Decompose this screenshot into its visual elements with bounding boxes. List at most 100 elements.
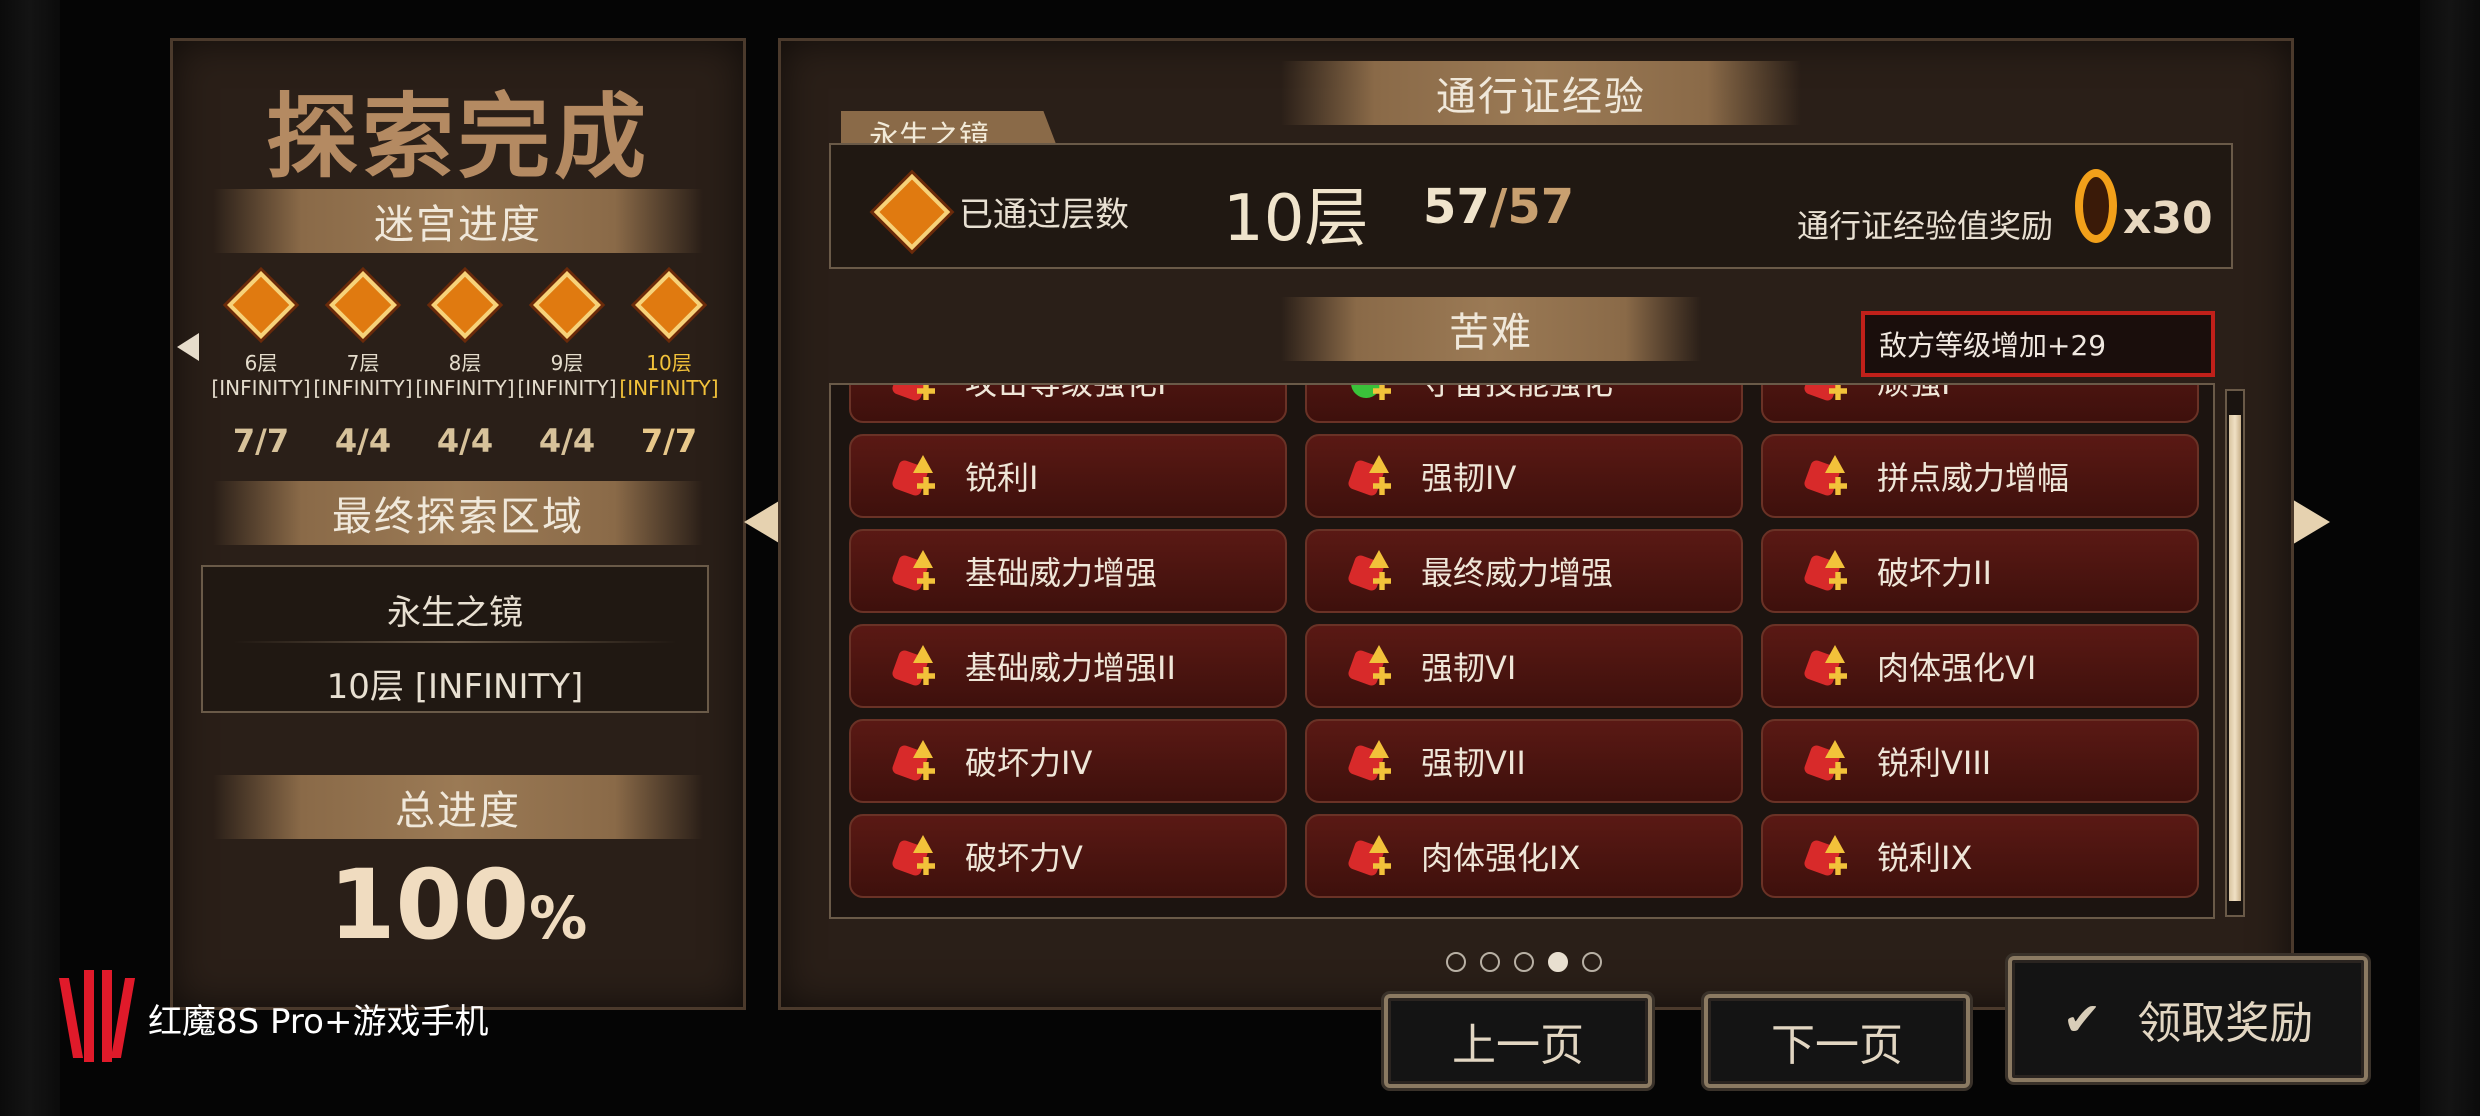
maze-stage: 7层 [INFINITY] 4/4 <box>311 271 415 460</box>
toughness-icon <box>1346 641 1397 691</box>
page-dot[interactable] <box>1446 952 1466 972</box>
hardship-skill-item[interactable]: 破坏力IV <box>849 719 1287 803</box>
final-area-label: 最终探索区域 <box>332 494 584 540</box>
hardship-skill-label: 强韧VII <box>1421 744 1526 782</box>
hardship-skill-item[interactable]: 守备技能强化 <box>1305 383 1743 423</box>
floors-total: /57 <box>1489 179 1575 235</box>
hardship-skill-item[interactable]: 锐利I <box>849 434 1287 518</box>
stage-count: 4/4 <box>538 422 596 460</box>
enemy-level-text: 敌方等级增加+29 <box>1879 329 2107 362</box>
attack-up-icon <box>890 385 941 406</box>
floors-passed-label: 已通过层数 <box>959 195 1129 235</box>
maze-stage: 9层 [INFINITY] 4/4 <box>515 271 619 460</box>
floors-value: 10层 <box>1223 182 1369 256</box>
hardship-skill-item[interactable]: 强韧VI <box>1305 624 1743 708</box>
hardship-skill-item[interactable]: 基础威力增强 <box>849 529 1287 613</box>
page-dot[interactable] <box>1548 952 1568 972</box>
maze-progress-ribbon: 迷宫进度 <box>213 189 703 253</box>
floors-counter: 57/57 <box>1423 179 1574 235</box>
sharpness-icon <box>890 451 941 501</box>
redmagic-logo-icon <box>58 970 136 1066</box>
tenacity-icon <box>1802 385 1853 406</box>
total-progress-value: 100 <box>328 849 530 961</box>
total-progress-readout: 100% <box>173 849 743 961</box>
hardship-scrollbar[interactable] <box>2225 389 2245 917</box>
destruction-icon <box>1802 546 1853 596</box>
next-page-label: 下一页 <box>1771 1020 1903 1071</box>
hardship-skill-item[interactable]: 肉体强化IX <box>1305 814 1743 898</box>
device-watermark: 红魔8S Pro+游戏手机 <box>58 970 489 1066</box>
hardship-skill-label: 守备技能强化 <box>1421 383 1614 402</box>
base-power-icon <box>890 546 941 596</box>
hardship-skill-item[interactable]: 锐利IX <box>1761 814 2199 898</box>
final-area-name: 永生之镜 <box>387 593 523 633</box>
hardship-skill-item[interactable]: 强韧IV <box>1305 434 1743 518</box>
maze-stage-list: 6层 [INFINITY] 7/7 7层 [INFINITY] 4/4 8层 [INFINIT… <box>209 271 729 487</box>
stage-diamond-icon <box>533 271 601 339</box>
hardship-list-frame: 攻击等级强化I 守备技能强化 顽强I 锐利I 强韧IV 拼点威力增幅基础威力增强 最终威力增… <box>829 383 2215 919</box>
hardship-skill-label: 强韧IV <box>1421 459 1517 497</box>
hardship-skill-item[interactable]: 顽强I <box>1761 383 2199 423</box>
hardship-ribbon: 苦难 <box>1281 297 1701 361</box>
exp-reward-label: 通行证经验值奖励 <box>1797 207 2054 245</box>
page-indicator <box>1446 952 1626 976</box>
prev-page-button[interactable]: 上一页 <box>1384 994 1652 1088</box>
stage-tag: [INFINITY] <box>517 376 617 400</box>
body-boost-icon <box>1346 831 1397 881</box>
stage-count: 4/4 <box>334 422 392 460</box>
stage-diamond-icon <box>431 271 499 339</box>
hardship-skill-item[interactable]: 破坏力V <box>849 814 1287 898</box>
page-dot[interactable] <box>1582 952 1602 972</box>
pass-exp-panel: 通行证经验 永生之镜 已通过层数 10层 57/57 通行证经验值奖励 x30 … <box>778 38 2294 1010</box>
hardship-skill-item[interactable]: 破坏力II <box>1761 529 2199 613</box>
hardship-skill-label: 破坏力IV <box>965 744 1093 782</box>
next-page-button[interactable]: 下一页 <box>1704 994 1970 1088</box>
stage-prev-arrow[interactable] <box>177 333 199 361</box>
stage-level: 8层 <box>448 351 482 375</box>
page-dot[interactable] <box>1514 952 1534 972</box>
total-progress-label: 总进度 <box>395 788 521 834</box>
hardship-skill-grid: 攻击等级强化I 守备技能强化 顽强I 锐利I 强韧IV 拼点威力增幅基础威力增强 最终威力增… <box>831 385 2213 917</box>
page-dot[interactable] <box>1480 952 1500 972</box>
exp-token-icon <box>2075 169 2117 243</box>
exp-reward-multiplier: x30 <box>2123 193 2213 244</box>
stage-tag: [INFINITY] <box>619 376 719 400</box>
left-frame-edge <box>0 0 60 1116</box>
body-boost-icon <box>1802 641 1853 691</box>
watermark-text: 红魔8S Pro+游戏手机 <box>148 1001 489 1042</box>
maze-stage: 10层 [INFINITY] 7/7 <box>617 271 721 460</box>
clash-power-icon <box>1802 451 1853 501</box>
maze-stage: 8层 [INFINITY] 4/4 <box>413 271 517 460</box>
hardship-skill-label: 强韧VI <box>1421 649 1517 687</box>
stage-diamond-icon <box>635 271 703 339</box>
hardship-skill-item[interactable]: 锐利VIII <box>1761 719 2199 803</box>
stage-level: 7层 <box>346 351 380 375</box>
scrollbar-thumb[interactable] <box>2229 415 2241 901</box>
hardship-skill-item[interactable]: 强韧VII <box>1305 719 1743 803</box>
toughness-icon <box>1346 736 1397 786</box>
stage-tag: [INFINITY] <box>211 376 311 400</box>
toughness-icon <box>1346 451 1397 501</box>
claim-reward-label: 领取奖励 <box>2137 998 2314 1049</box>
hardship-skill-item[interactable]: 最终威力增强 <box>1305 529 1743 613</box>
hardship-skill-label: 锐利VIII <box>1877 744 1992 782</box>
stage-count: 4/4 <box>436 422 494 460</box>
hardship-skill-label: 顽强I <box>1877 383 1951 402</box>
stage-diamond-icon <box>329 271 397 339</box>
hardship-skill-item[interactable]: 基础威力增强II <box>849 624 1287 708</box>
base-power-icon <box>890 641 941 691</box>
hardship-skill-item[interactable]: 攻击等级强化I <box>849 385 1287 423</box>
hardship-skill-label: 锐利I <box>965 459 1039 497</box>
hardship-skill-label: 破坏力II <box>1877 554 1992 592</box>
claim-reward-button[interactable]: ✔ 领取奖励 <box>2008 956 2368 1082</box>
hardship-skill-item[interactable]: 拼点威力增幅 <box>1761 434 2199 518</box>
destruction-icon <box>890 736 941 786</box>
hardship-title: 苦难 <box>1449 310 1533 356</box>
total-progress-ribbon: 总进度 <box>213 775 703 839</box>
defense-skill-icon <box>1346 385 1397 406</box>
stage-level: 9层 <box>550 351 584 375</box>
final-area-floor: 10层 [INFINITY] <box>326 667 584 707</box>
hardship-skill-label: 肉体强化VI <box>1877 649 2037 687</box>
hardship-skill-item[interactable]: 肉体强化VI <box>1761 624 2199 708</box>
hardship-skill-label: 破坏力V <box>965 839 1083 877</box>
